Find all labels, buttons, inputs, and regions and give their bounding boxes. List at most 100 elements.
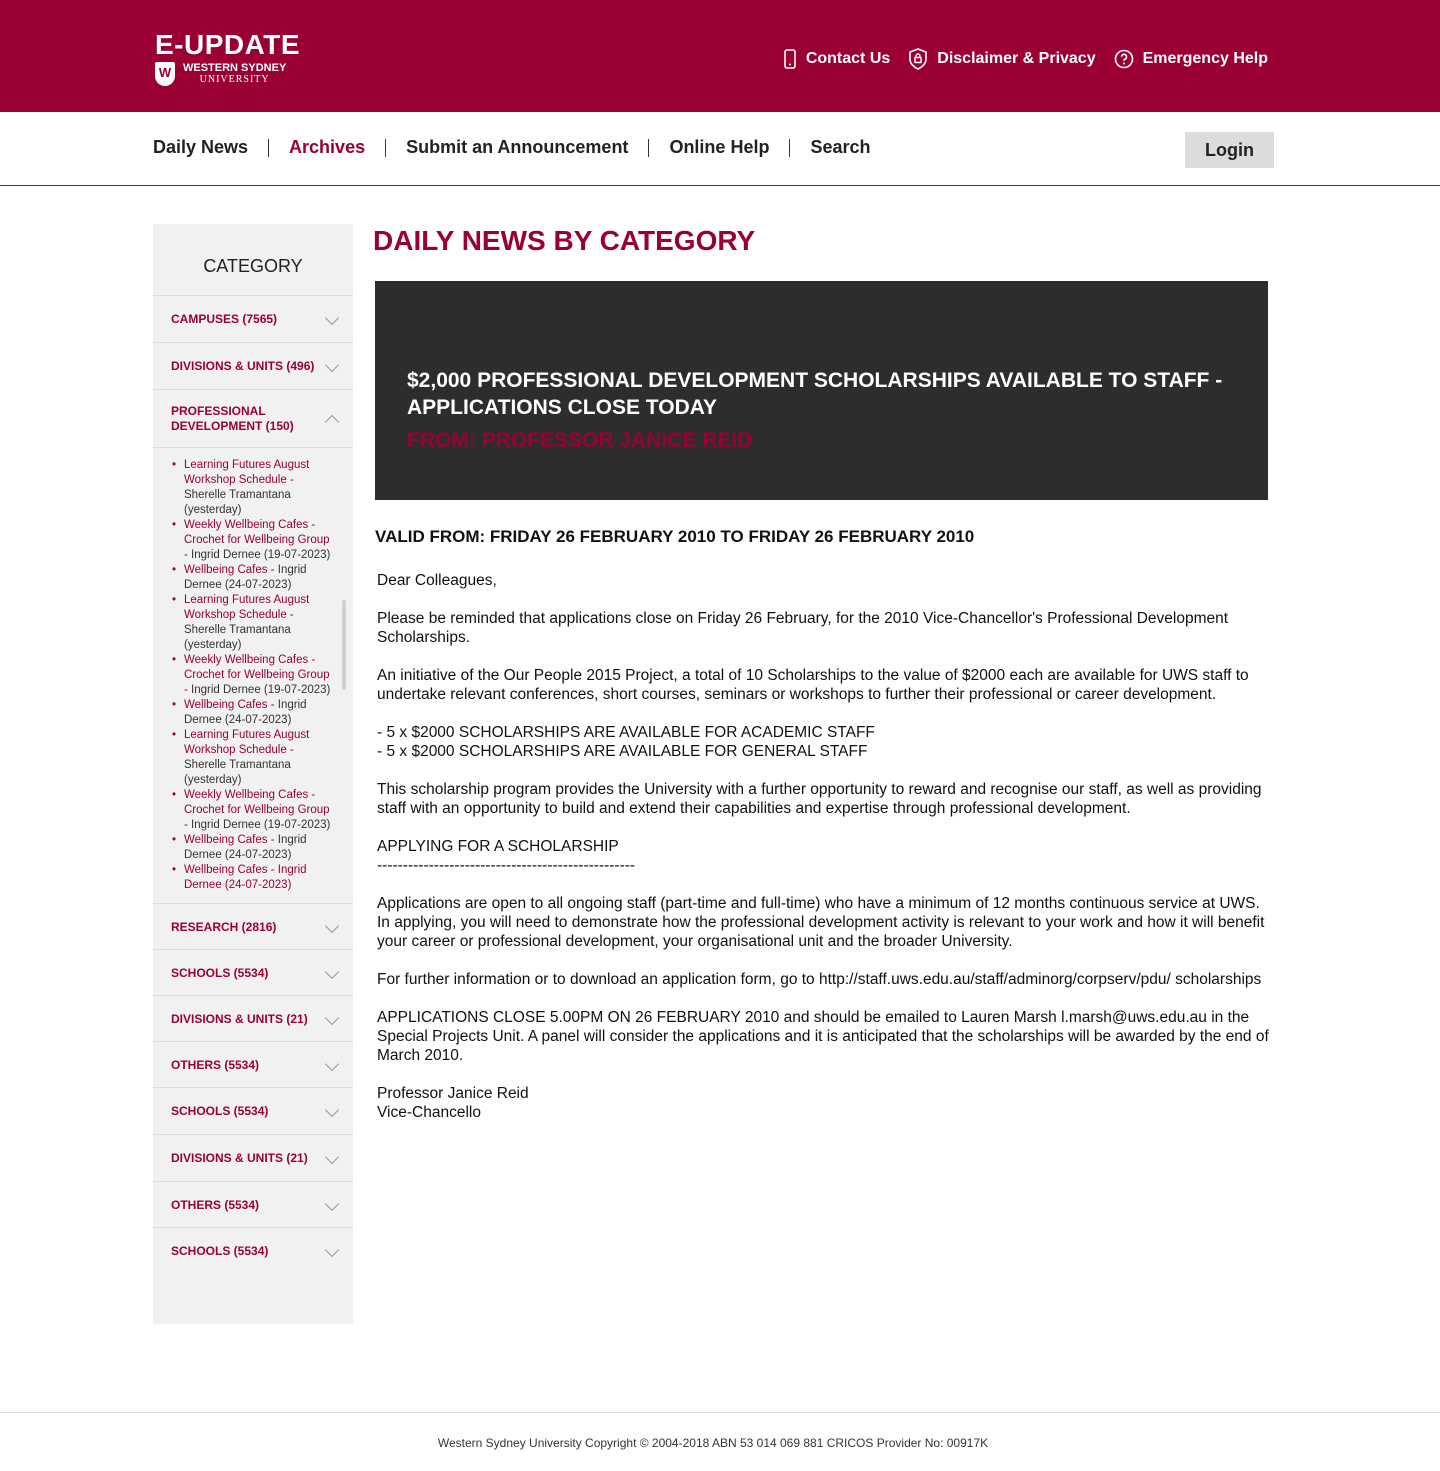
list-item: Learning Futures August Workshop Schedul… — [171, 458, 335, 518]
nav-daily-news[interactable]: Daily News — [153, 137, 248, 158]
chevron-down-icon — [324, 1149, 340, 1165]
logo-university-line2: UNIVERSITY — [199, 74, 270, 85]
list-item: Wellbeing Cafes - Ingrid Dernee (24-07-2… — [171, 698, 335, 728]
page-title: DAILY NEWS BY CATEGORY — [373, 225, 756, 256]
category-label: RESEARCH (2816) — [171, 919, 277, 934]
category-campuses[interactable]: CAMPUSES (7565) — [153, 296, 353, 343]
announcement-meta: Ingrid Dernee (19-07-2023) — [191, 549, 331, 561]
header-links: Contact Us Disclaimer & Privacy Emergenc… — [783, 48, 1268, 70]
article-body: Dear Colleagues, Please be reminded that… — [377, 571, 1270, 1141]
category-label: DIVISIONS & UNITS (496) — [171, 359, 315, 373]
nav-submit-announcement[interactable]: Submit an Announcement — [406, 137, 628, 158]
announcement-link[interactable]: Wellbeing Cafes - — [184, 699, 278, 711]
article-paragraph: APPLYING FOR A SCHOLARSHIP -------------… — [377, 838, 636, 874]
list-item: Weekly Wellbeing Cafes - Crochet for Wel… — [171, 518, 335, 563]
list-item: Learning Futures August Workshop Schedul… — [171, 593, 335, 653]
article-author: FROM: PROFESSOR JANICE REID — [407, 429, 753, 452]
chevron-up-icon — [324, 414, 340, 429]
announcement-link[interactable]: Learning Futures August Workshop Schedul… — [184, 459, 309, 486]
copyright-text: Western Sydney University Copyright © 20… — [437, 1436, 989, 1450]
announcement-meta: Sherelle Tramantana (yesterday) — [184, 759, 291, 786]
announcement-meta: Sherelle Tramantana (yesterday) — [184, 624, 291, 651]
category-schools[interactable]: SCHOOLS (5534) — [153, 1088, 353, 1135]
nav-divider — [385, 138, 387, 157]
sidebar-scrollbar[interactable] — [342, 600, 346, 690]
nav-divider — [648, 138, 650, 157]
category-sidebar: CATEGORY CAMPUSES (7565) DIVISIONS & UNI… — [153, 224, 353, 1324]
main-nav: Daily News Archives Submit an Announceme… — [0, 112, 1440, 186]
category-others[interactable]: OTHERS (5534) — [153, 1182, 353, 1228]
article-paragraph: This scholarship program provides the Un… — [377, 781, 1262, 817]
announcement-meta: Ingrid Dernee (19-07-2023) — [191, 819, 331, 831]
article-paragraph: For further information or to download a… — [377, 971, 1262, 988]
chevron-down-icon — [324, 357, 340, 373]
category-label: SCHOOLS (5534) — [171, 1104, 269, 1118]
chevron-down-icon — [324, 918, 340, 933]
login-button[interactable]: Login — [1185, 132, 1274, 168]
contact-us-label: Contact Us — [805, 50, 891, 67]
category-label: SCHOOLS (5534) — [171, 965, 269, 980]
category-label: OTHERS (5534) — [171, 1197, 260, 1212]
nav-online-help[interactable]: Online Help — [669, 137, 769, 158]
chevron-down-icon — [324, 1102, 340, 1118]
emergency-help-label: Emergency Help — [1142, 50, 1268, 67]
chevron-down-icon — [324, 1196, 340, 1211]
article-paragraph: Dear Colleagues, — [377, 572, 497, 589]
nav-search[interactable]: Search — [810, 137, 870, 158]
list-item: Wellbeing Cafes - Ingrid Dernee (24-07-2… — [171, 563, 335, 593]
announcement-link[interactable]: Wellbeing Cafes - — [184, 564, 278, 576]
article-title: $2,000 PROFESSIONAL DEVELOPMENT SCHOLARS… — [407, 369, 1223, 419]
article-hero: $2,000 PROFESSIONAL DEVELOPMENT SCHOLARS… — [375, 281, 1268, 500]
emergency-help-link[interactable]: Emergency Help — [1114, 49, 1268, 69]
disclaimer-privacy-link[interactable]: Disclaimer & Privacy — [908, 48, 1096, 70]
category-label: CAMPUSES (7565) — [171, 312, 278, 326]
category-schools[interactable]: SCHOOLS (5534) — [153, 950, 353, 996]
category-research[interactable]: RESEARCH (2816) — [153, 904, 353, 950]
list-item: Learning Futures August Workshop Schedul… — [171, 728, 335, 788]
chevron-down-icon — [324, 964, 340, 979]
category-professional-development[interactable]: PROFESSIONAL DEVELOPMENT (150) — [153, 390, 353, 448]
shield-lock-icon — [909, 48, 928, 70]
disclaimer-privacy-label: Disclaimer & Privacy — [937, 50, 1096, 67]
announcement-link[interactable]: Learning Futures August Workshop Schedul… — [184, 729, 309, 756]
professional-development-list: Learning Futures August Workshop Schedul… — [153, 448, 353, 904]
category-divisions-units-21[interactable]: DIVISIONS & UNITS (21) — [153, 1135, 353, 1182]
chevron-down-icon — [324, 1010, 340, 1025]
list-item: Wellbeing Cafes - Ingrid Dernee (24-07-2… — [171, 863, 335, 893]
announcement-link[interactable]: Wellbeing Cafes - — [184, 834, 278, 846]
nav-divider — [268, 138, 270, 157]
phone-icon — [784, 49, 796, 69]
category-label: SCHOOLS (5534) — [171, 1244, 269, 1258]
announcement-meta: Ingrid Dernee (19-07-2023) — [191, 684, 331, 696]
category-divisions-units-21[interactable]: DIVISIONS & UNITS (21) — [153, 996, 353, 1042]
list-item: Wellbeing Cafes - Ingrid Dernee (24-07-2… — [171, 833, 335, 863]
category-label: DIVISIONS & UNITS (21) — [171, 1151, 308, 1165]
valid-dates: VALID FROM: FRIDAY 26 FEBRUARY 2010 TO F… — [375, 527, 975, 546]
chevron-down-icon — [324, 1242, 340, 1258]
list-item: Weekly Wellbeing Cafes - Crochet for Wel… — [171, 788, 335, 833]
article-paragraph: Please be reminded that applications clo… — [377, 610, 1229, 646]
chevron-down-icon — [324, 310, 340, 326]
category-divisions-units[interactable]: DIVISIONS & UNITS (496) — [153, 343, 353, 390]
site-footer: Western Sydney University Copyright © 20… — [0, 1412, 1440, 1471]
announcement-link[interactable]: Learning Futures August Workshop Schedul… — [184, 594, 309, 621]
nav-divider — [789, 138, 791, 157]
category-others[interactable]: OTHERS (5534) — [153, 1042, 353, 1088]
category-label: OTHERS (5534) — [171, 1057, 260, 1072]
site-header: E-UPDATE W WESTERN SYDNEY UNIVERSITY Con… — [0, 0, 1440, 112]
article-paragraph: - 5 x $2000 SCHOLARSHIPS ARE AVAILABLE F… — [377, 724, 875, 760]
site-logo[interactable]: E-UPDATE W WESTERN SYDNEY UNIVERSITY — [155, 30, 300, 86]
logo-university: W WESTERN SYDNEY UNIVERSITY — [155, 62, 300, 86]
contact-us-link[interactable]: Contact Us — [783, 49, 890, 69]
category-schools[interactable]: SCHOOLS (5534) — [153, 1228, 353, 1274]
category-label: DIVISIONS & UNITS (21) — [171, 1011, 308, 1026]
category-heading: CATEGORY — [153, 224, 353, 296]
chevron-down-icon — [324, 1056, 340, 1071]
logo-university-line1: WESTERN SYDNEY — [183, 62, 287, 74]
category-label: PROFESSIONAL DEVELOPMENT (150) — [171, 403, 294, 433]
nav-archives[interactable]: Archives — [289, 137, 365, 158]
logo-title: E-UPDATE — [155, 29, 301, 60]
article-paragraph: APPLICATIONS CLOSE 5.00PM ON 26 FEBRUARY… — [377, 1009, 1269, 1064]
announcement-link[interactable]: Wellbeing Cafes - Ingrid Dernee (24-07-2… — [184, 864, 307, 891]
announcement-meta: Sherelle Tramantana (yesterday) — [184, 489, 291, 516]
